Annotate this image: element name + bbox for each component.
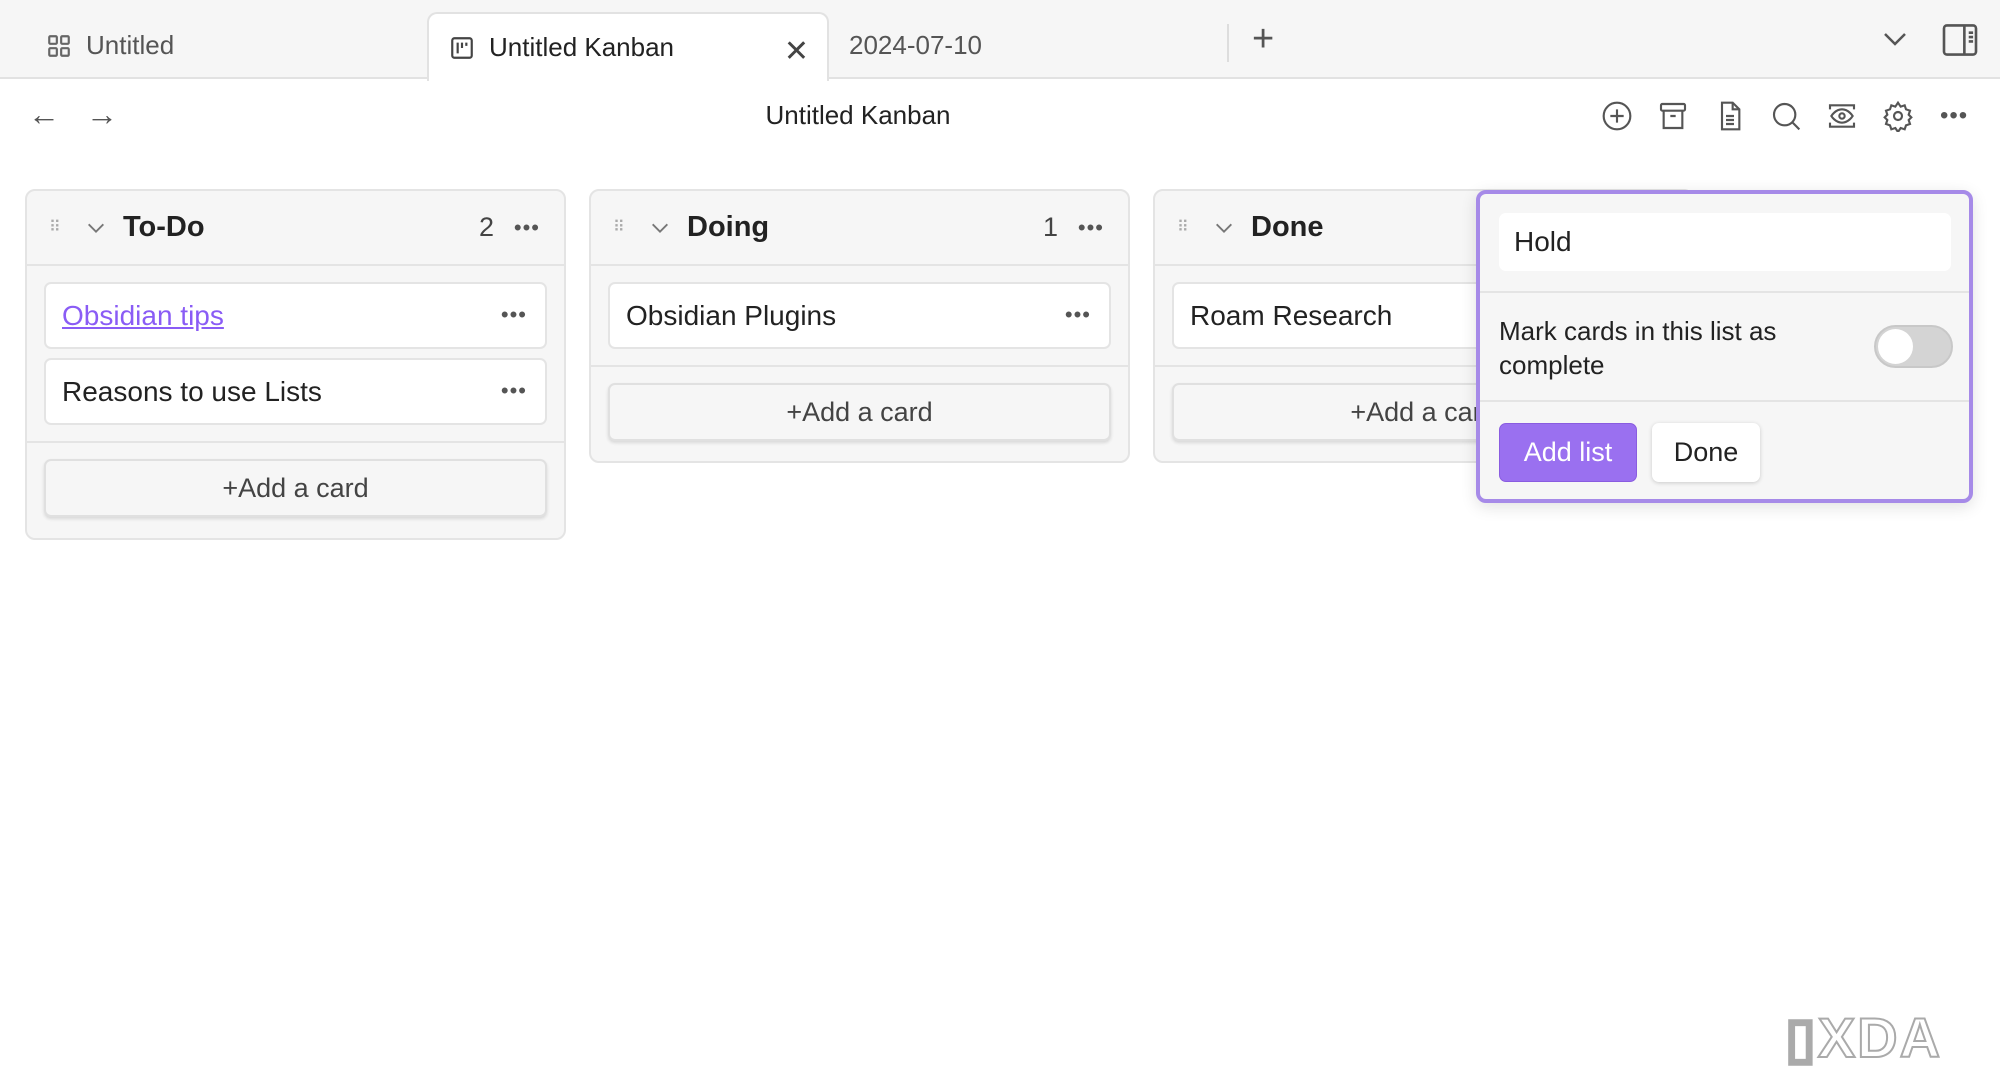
tab-label: 2024-07-10 — [849, 30, 982, 60]
document-icon[interactable] — [1714, 100, 1746, 132]
more-icon[interactable]: ••• — [1940, 102, 1968, 130]
close-icon[interactable]: ✕ — [784, 34, 809, 69]
tab-bar: Untitled Untitled Kanban ✕ 2024-07-10 + — [0, 0, 2000, 81]
card-count: 1 — [1042, 212, 1058, 242]
divider — [1227, 24, 1229, 62]
nav-bar: ← → Untitled Kanban — [0, 96, 2000, 138]
more-icon[interactable]: ••• — [1078, 215, 1104, 241]
add-card-button[interactable]: +Add a card — [44, 459, 547, 517]
list-doing: ⠿ Doing 1 ••• Obsidian Plugins ••• +Add a… — [589, 189, 1130, 463]
tab-2024-07-10[interactable]: 2024-07-10 — [829, 12, 1227, 79]
grid-icon — [48, 34, 70, 57]
card-text: Reasons to use Lists — [62, 375, 322, 407]
xda-watermark-logo: ▯XDA — [1784, 1005, 1943, 1070]
divider — [1480, 400, 1969, 402]
mark-complete-label: Mark cards in this list as complete — [1499, 316, 1777, 380]
more-icon[interactable]: ••• — [1065, 302, 1091, 328]
card[interactable]: Reasons to use Lists ••• — [44, 358, 547, 425]
card-link[interactable]: Obsidian tips — [62, 300, 224, 332]
gear-icon[interactable] — [1882, 100, 1914, 132]
drag-handle-icon[interactable]: ⠿ — [613, 217, 625, 237]
list-title[interactable]: Doing — [687, 211, 769, 244]
drag-handle-icon[interactable]: ⠿ — [1177, 217, 1189, 237]
sidebar-toggle-icon[interactable] — [1942, 24, 1978, 56]
done-button[interactable]: Done — [1652, 423, 1760, 482]
tab-label: Untitled — [86, 30, 175, 60]
chevron-down-icon[interactable] — [1880, 28, 1910, 50]
add-circle-icon[interactable] — [1601, 100, 1633, 132]
more-icon[interactable]: ••• — [501, 302, 527, 328]
card-count: 2 — [478, 212, 494, 242]
add-list-button[interactable]: Add list — [1499, 423, 1637, 482]
archive-icon[interactable] — [1657, 100, 1689, 132]
add-list-popup: Mark cards in this list as complete Add … — [1476, 190, 1973, 503]
toggle-knob — [1878, 329, 1913, 364]
chevron-down-icon[interactable] — [1213, 217, 1235, 239]
chevron-down-icon[interactable] — [85, 217, 107, 239]
card-text: Roam Research — [1190, 299, 1393, 331]
card[interactable]: Obsidian tips ••• — [44, 282, 547, 349]
list-name-input[interactable] — [1499, 213, 1951, 271]
chevron-down-icon[interactable] — [649, 217, 671, 239]
page-title: Untitled Kanban — [765, 100, 951, 130]
add-card-button[interactable]: +Add a card — [608, 383, 1111, 441]
mark-complete-toggle[interactable] — [1874, 325, 1953, 368]
tab-label: Untitled Kanban — [489, 32, 675, 62]
eye-icon[interactable] — [1826, 100, 1858, 132]
drag-handle-icon[interactable]: ⠿ — [49, 217, 61, 237]
tab-untitled-kanban[interactable]: Untitled Kanban ✕ — [427, 12, 829, 81]
search-icon[interactable] — [1770, 100, 1802, 132]
tab-untitled[interactable]: Untitled — [26, 12, 427, 79]
more-icon[interactable]: ••• — [501, 378, 527, 404]
list-todo: ⠿ To-Do 2 ••• Obsidian tips ••• Reasons t… — [25, 189, 566, 540]
card[interactable]: Obsidian Plugins ••• — [608, 282, 1111, 349]
card-text: Obsidian Plugins — [626, 299, 837, 331]
list-title[interactable]: Done — [1251, 211, 1324, 244]
divider — [1480, 291, 1969, 293]
list-title[interactable]: To-Do — [123, 211, 205, 244]
more-icon[interactable]: ••• — [514, 215, 540, 241]
new-tab-icon[interactable]: + — [1252, 18, 1274, 61]
kanban-icon — [451, 36, 473, 59]
